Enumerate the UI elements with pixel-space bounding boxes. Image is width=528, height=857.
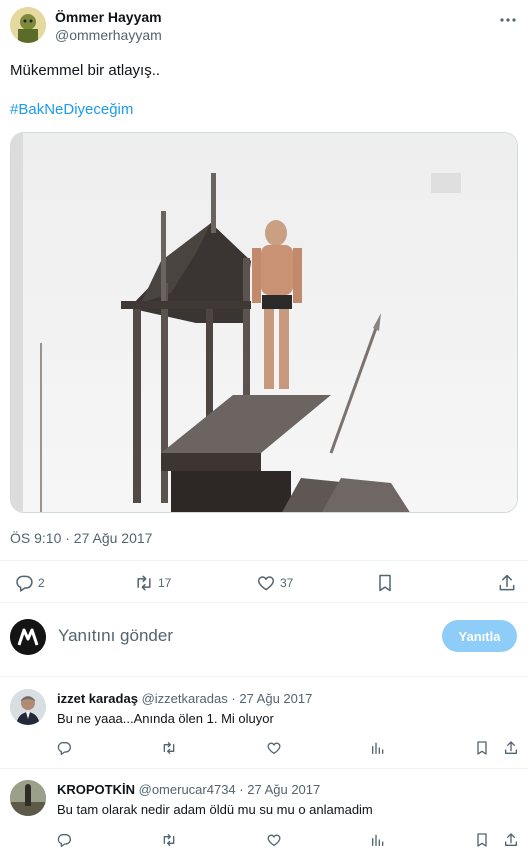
retweet-icon[interactable]: [161, 740, 177, 756]
retweet-icon: [134, 573, 154, 593]
reply-date[interactable]: · 27 Ağu 2017: [231, 691, 312, 706]
share-button[interactable]: [497, 573, 517, 593]
divider: [0, 676, 528, 677]
reply-icon[interactable]: [56, 740, 72, 756]
author-name[interactable]: Ömmer Hayyam: [55, 9, 162, 25]
share-icon: [497, 573, 517, 593]
reply-date[interactable]: · 27 Ağu 2017: [239, 782, 320, 797]
heart-icon[interactable]: [266, 740, 282, 756]
author-handle[interactable]: @ommerhayyam: [55, 27, 162, 43]
video-frame: [11, 133, 517, 512]
reply-avatar[interactable]: [10, 689, 46, 725]
reply-header: KROPOTKİN @omerucar4734 · 27 Ağu 2017: [57, 782, 320, 797]
bookmark-icon[interactable]: [474, 740, 490, 756]
retweet-count: 17: [158, 576, 172, 590]
reply-icon: [14, 573, 34, 593]
hashtag-link[interactable]: #BakNeDiyeceğim: [10, 101, 133, 118]
heart-icon[interactable]: [266, 832, 282, 848]
mastodon-logo-icon: [10, 619, 46, 655]
reply-author-handle[interactable]: @omerucar4734: [139, 782, 236, 797]
divider: [0, 560, 528, 561]
share-icon[interactable]: [503, 740, 519, 756]
reply-avatar[interactable]: [10, 780, 46, 816]
tweet-text: Mükemmel bir atlayış..: [10, 62, 161, 79]
views-icon[interactable]: [370, 740, 386, 756]
reply-text: Bu tam olarak nedir adam öldü mu su mu o…: [57, 802, 373, 817]
reply-count: 2: [38, 576, 45, 590]
divider: [0, 768, 528, 769]
bookmark-icon[interactable]: [474, 832, 490, 848]
bookmark-icon: [375, 573, 395, 593]
reply-text: Bu ne yaaa...Anında ölen 1. Mi oluyor: [57, 711, 274, 726]
reply-author-name[interactable]: izzet karadaş: [57, 691, 138, 706]
more-options-icon[interactable]: [498, 10, 518, 30]
tweet-timestamp[interactable]: ÖS 9:10 · 27 Ağu 2017: [10, 530, 152, 546]
reply-author-handle[interactable]: @izzetkaradas: [142, 691, 228, 706]
divider: [0, 602, 528, 603]
user-avatar[interactable]: [10, 619, 46, 655]
reply-input[interactable]: Yanıtını gönder: [58, 626, 418, 646]
reply-submit-button[interactable]: Yanıtla: [442, 620, 517, 652]
bookmark-button[interactable]: [375, 573, 395, 593]
tweet-video[interactable]: [10, 132, 518, 513]
reply-author-name[interactable]: KROPOTKİN: [57, 782, 135, 797]
like-count: 37: [280, 576, 294, 590]
views-icon[interactable]: [370, 832, 386, 848]
author-avatar[interactable]: [10, 7, 46, 43]
heart-icon: [256, 573, 276, 593]
reply-header: izzet karadaş @izzetkaradas · 27 Ağu 201…: [57, 691, 312, 706]
like-button[interactable]: 37: [256, 573, 293, 593]
retweet-button[interactable]: 17: [134, 573, 171, 593]
reply-button[interactable]: 2: [14, 573, 45, 593]
share-icon[interactable]: [503, 832, 519, 848]
retweet-icon[interactable]: [161, 832, 177, 848]
reply-icon[interactable]: [56, 832, 72, 848]
